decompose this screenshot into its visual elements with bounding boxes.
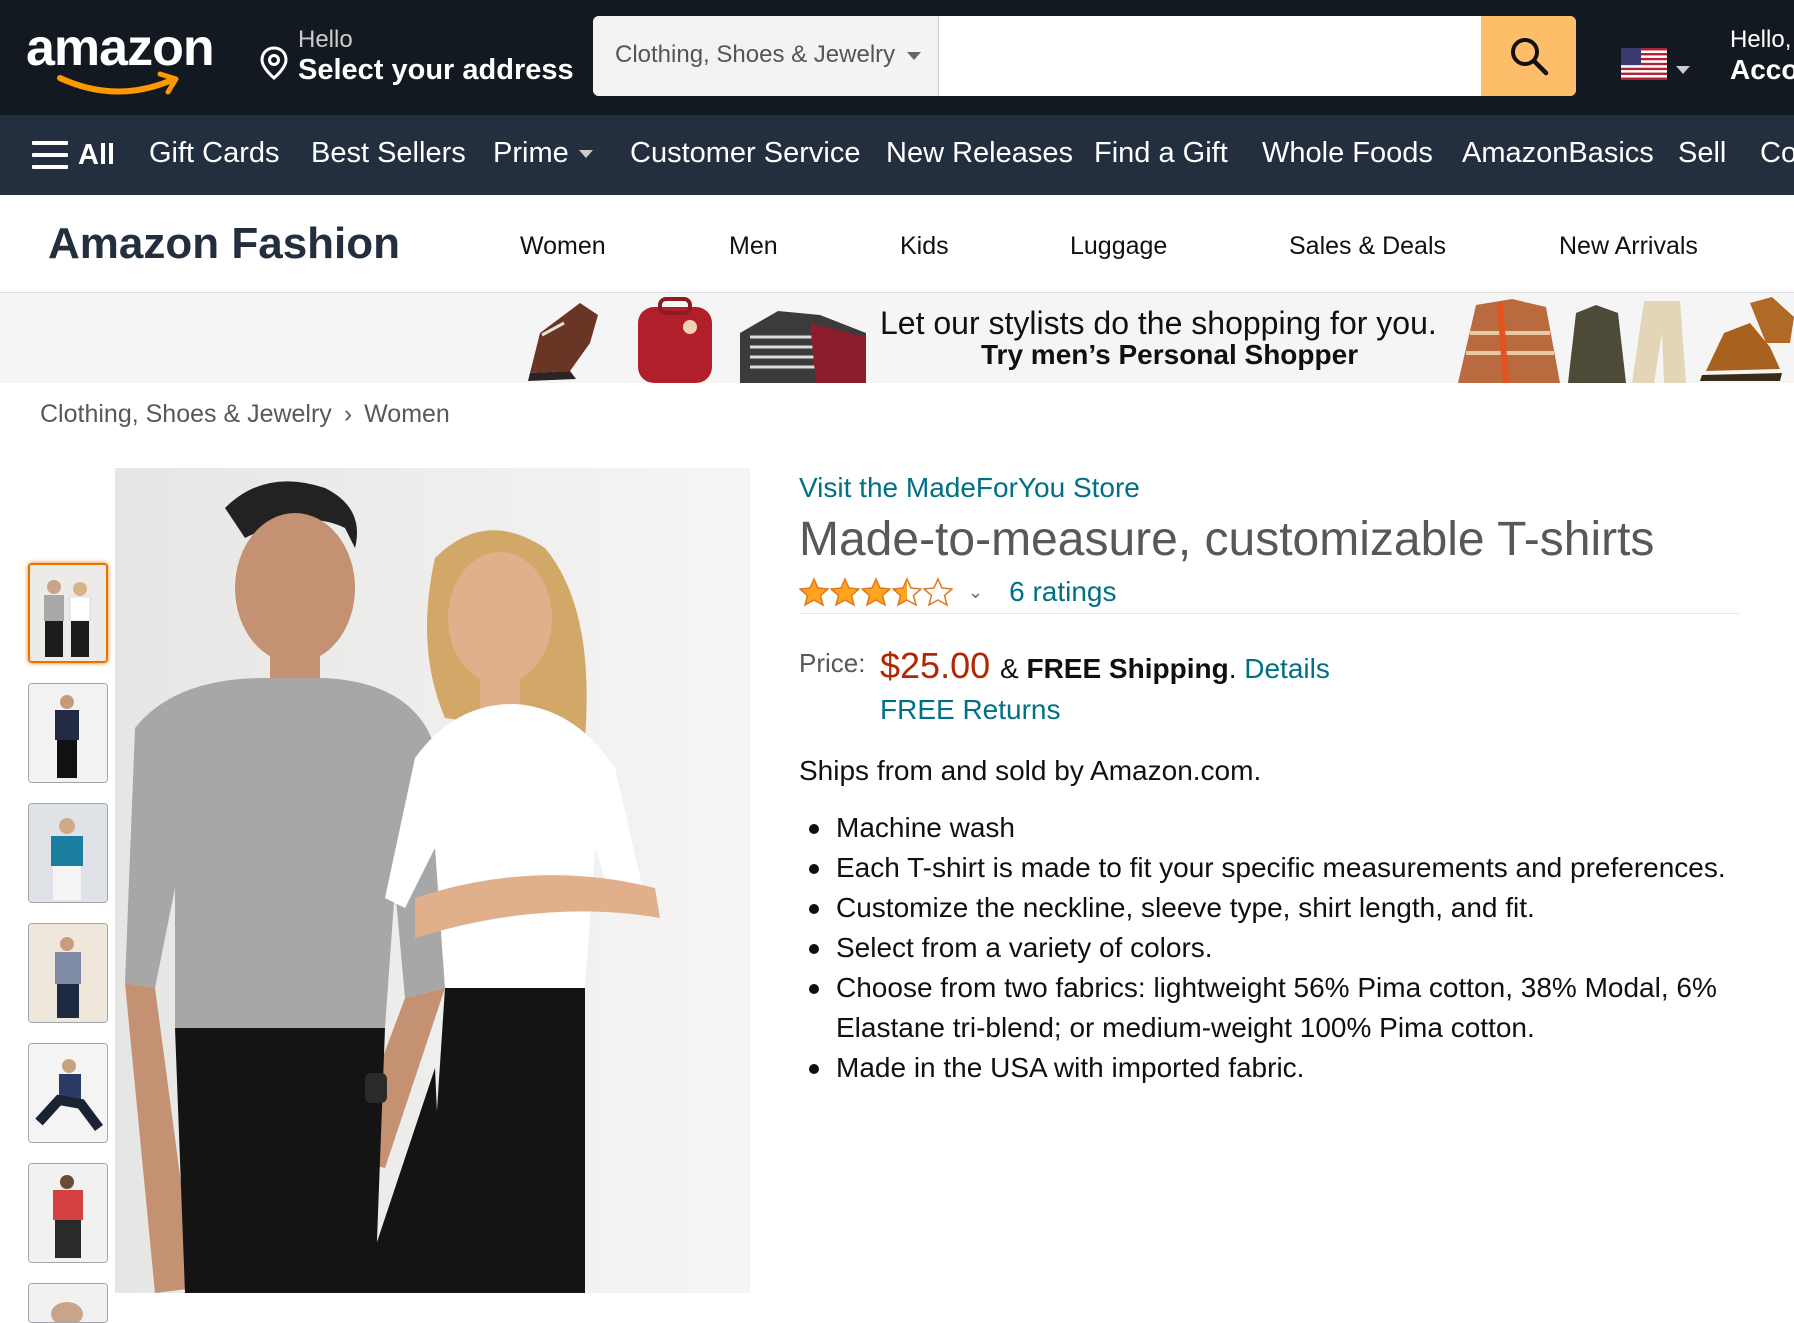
nav-item-new-releases[interactable]: New Releases: [886, 137, 1073, 170]
product-thumbnail-4[interactable]: [28, 923, 108, 1023]
shipping-prefix: &: [1000, 653, 1027, 684]
feature-bullet: Made in the USA with imported fabric.: [799, 1048, 1759, 1088]
banner-headline: Let our stylists do the shopping for you…: [880, 305, 1437, 341]
ships-from-text: Ships from and sold by Amazon.com.: [799, 755, 1262, 786]
breadcrumb-item-clothing[interactable]: Clothing, Shoes & Jewelry: [40, 400, 332, 429]
language-caret-icon[interactable]: [1676, 66, 1690, 74]
nav-item-amazonbasics[interactable]: AmazonBasics: [1462, 137, 1654, 170]
store-link[interactable]: Visit the MadeForYou Store: [799, 472, 1140, 504]
product-thumbnail-3[interactable]: [28, 803, 108, 903]
nav-item-prime[interactable]: Prime: [493, 137, 593, 170]
nav-item-prime-label: Prime: [493, 137, 569, 169]
select-address-text: Select your address: [298, 54, 574, 86]
search-category-dropdown[interactable]: Clothing, Shoes & Jewelry: [593, 16, 939, 96]
main-nav-bar: All Gift Cards Best Sellers Prime Custom…: [0, 115, 1794, 195]
product-thumbnail-2[interactable]: [28, 683, 108, 783]
search-button[interactable]: [1481, 16, 1576, 96]
divider: [799, 613, 1739, 614]
star-icon: [923, 577, 953, 607]
product-thumbnail-6[interactable]: [28, 1163, 108, 1263]
shipping-details-link[interactable]: Details: [1244, 653, 1330, 684]
search-category-label: Clothing, Shoes & Jewelry: [615, 41, 896, 68]
chevron-down-icon: [578, 150, 593, 159]
top-header-bar: amazon Hello Select your address Clothin…: [0, 0, 1794, 115]
fashion-link-kids[interactable]: Kids: [900, 232, 949, 261]
nav-item-whole-foods[interactable]: Whole Foods: [1262, 137, 1433, 170]
feature-bullet: Select from a variety of colors.: [799, 928, 1759, 968]
account-lists-text[interactable]: Acco: [1730, 54, 1794, 86]
shipping-info: & FREE Shipping. Details: [1000, 653, 1330, 685]
fashion-link-men[interactable]: Men: [729, 232, 778, 261]
banner-left-products-image: [528, 297, 866, 383]
logo-smile-icon: [57, 71, 179, 95]
breadcrumb: Clothing, Shoes & Jewelry › Women: [40, 400, 450, 429]
banner-subheadline: Try men’s Personal Shopper: [981, 339, 1359, 370]
search-bar: Clothing, Shoes & Jewelry: [593, 16, 1576, 96]
product-title: Made-to-measure, customizable T-shirts: [799, 513, 1655, 566]
us-flag-icon[interactable]: [1621, 48, 1667, 80]
shipping-suffix: .: [1228, 653, 1245, 684]
breadcrumb-separator-icon: ›: [343, 400, 353, 428]
search-icon: [1510, 38, 1548, 76]
feature-bullets: Machine wash Each T-shirt is made to fit…: [799, 808, 1759, 1088]
banner-right-products-image: [1458, 297, 1794, 383]
star-icon: [830, 577, 860, 607]
fashion-link-luggage[interactable]: Luggage: [1070, 232, 1167, 261]
nav-item-find-a-gift[interactable]: Find a Gift: [1094, 137, 1228, 170]
chevron-down-icon: [907, 52, 921, 60]
product-photo-illustration: [115, 468, 750, 1293]
free-shipping-text: FREE Shipping: [1026, 653, 1229, 684]
fashion-subnav: Amazon Fashion Women Men Kids Luggage Sa…: [0, 195, 1794, 293]
product-thumbnail-1[interactable]: [28, 563, 108, 663]
price-label: Price:: [799, 648, 866, 678]
ratings-count-link[interactable]: 6 ratings: [1009, 576, 1116, 608]
logo-wordmark: amazon: [26, 19, 215, 77]
amazon-logo[interactable]: amazon: [26, 18, 226, 95]
feature-bullet: Choose from two fabrics: lightweight 56%…: [799, 968, 1759, 1048]
feature-bullet: Customize the neckline, sleeve type, shi…: [799, 888, 1759, 928]
star-icon: [892, 577, 922, 607]
nav-item-customer-service[interactable]: Customer Service: [630, 137, 860, 170]
fashion-link-women[interactable]: Women: [520, 232, 606, 261]
nav-item-sell[interactable]: Sell: [1678, 137, 1726, 170]
chevron-down-icon[interactable]: ⌄: [968, 582, 983, 603]
price-amount: $25.00: [880, 645, 991, 686]
free-returns-link[interactable]: FREE Returns: [880, 694, 1061, 726]
product-thumbnail-5[interactable]: [28, 1043, 108, 1143]
nav-item-gift-cards[interactable]: Gift Cards: [149, 137, 280, 170]
address-hello-text: Hello: [298, 26, 353, 53]
feature-bullet: Machine wash: [799, 808, 1759, 848]
star-icon: [861, 577, 891, 607]
product-main-image[interactable]: [115, 468, 750, 1293]
nav-item-coupons[interactable]: Co: [1760, 137, 1794, 170]
search-input[interactable]: [939, 16, 1481, 96]
location-pin-icon: [260, 46, 288, 80]
personal-shopper-banner[interactable]: Let our stylists do the shopping for you…: [0, 293, 1794, 383]
star-icon: [799, 577, 829, 607]
product-thumbnail-7[interactable]: [28, 1283, 108, 1323]
nav-all-label: All: [78, 138, 116, 171]
hamburger-menu-icon: [32, 141, 68, 169]
star-rating[interactable]: [799, 577, 954, 607]
rating-row: ⌄ 6 ratings: [799, 574, 1117, 610]
feature-bullet: Each T-shirt is made to fit your specifi…: [799, 848, 1759, 888]
fashion-link-sales-deals[interactable]: Sales & Deals: [1289, 232, 1446, 261]
nav-item-best-sellers[interactable]: Best Sellers: [311, 137, 466, 170]
fashion-store-title[interactable]: Amazon Fashion: [48, 219, 400, 269]
account-hello-text[interactable]: Hello,: [1730, 26, 1791, 54]
breadcrumb-item-women[interactable]: Women: [364, 400, 450, 429]
fashion-link-new-arrivals[interactable]: New Arrivals: [1559, 232, 1698, 261]
nav-all-menu-button[interactable]: All: [32, 135, 115, 175]
